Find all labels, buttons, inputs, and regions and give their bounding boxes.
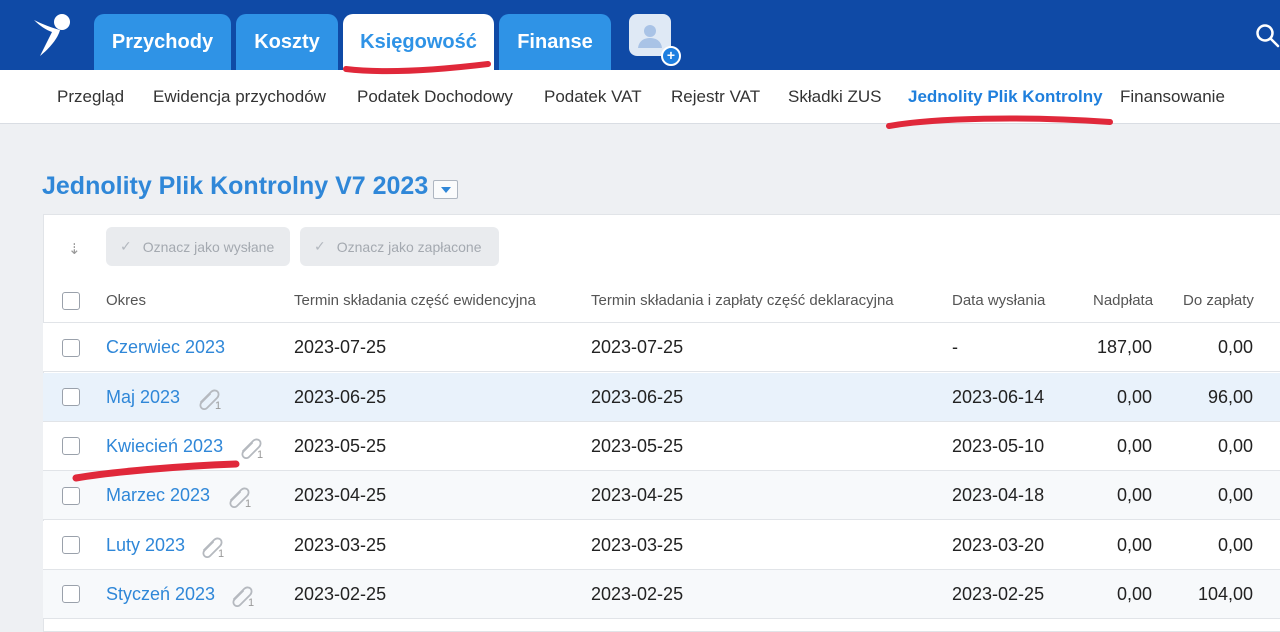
annotation-underline-kwiecien: [72, 460, 240, 482]
row-checkbox[interactable]: [62, 536, 80, 554]
sent-date-cell: 2023-02-25: [952, 584, 1045, 604]
mark-paid-label: Oznacz jako zapłacone: [336, 238, 482, 255]
tab-koszty[interactable]: Koszty: [236, 14, 338, 70]
period-link[interactable]: Kwiecień 2023: [106, 436, 223, 457]
deadline-declaration-cell: 2023-03-25: [591, 535, 684, 555]
plus-icon[interactable]: +: [661, 46, 681, 66]
deadline-records-cell: 2023-05-25: [294, 436, 387, 456]
deadline-declaration-cell: 2023-07-25: [591, 337, 684, 357]
subnav-item-finansowanie[interactable]: Finansowanie: [1120, 70, 1225, 124]
overpayment-cell: 0,00: [1116, 387, 1152, 407]
sort-icon[interactable]: ⇣: [68, 240, 81, 258]
deadline-declaration-cell: 2023-05-25: [591, 436, 684, 456]
tab-przychody[interactable]: Przychody: [94, 14, 231, 70]
column-header-deadline-declaration[interactable]: Termin składania i zapłaty część deklara…: [591, 292, 894, 309]
subnav-item-skladki-zus[interactable]: Składki ZUS: [788, 70, 882, 124]
deadline-records-cell: 2023-06-25: [294, 387, 387, 407]
row-checkbox[interactable]: [62, 585, 80, 603]
period-link[interactable]: Maj 2023: [106, 387, 180, 408]
sent-date-cell: -: [952, 337, 958, 357]
select-all-checkbox[interactable]: [62, 292, 80, 310]
annotation-underline-jpk: [886, 115, 1113, 129]
period-link[interactable]: Luty 2023: [106, 535, 185, 556]
period-link[interactable]: Marzec 2023: [106, 485, 210, 506]
column-header-to-pay[interactable]: Do zapłaty: [1183, 292, 1254, 309]
row-checkbox[interactable]: [62, 339, 80, 357]
to-pay-cell: 0,00: [1217, 337, 1253, 357]
deadline-records-cell: 2023-04-25: [294, 485, 387, 505]
subnav-item-przeglad[interactable]: Przegląd: [57, 70, 124, 124]
tab-label: Koszty: [254, 30, 320, 53]
attachment-count: 1: [245, 498, 252, 510]
sent-date-cell: 2023-06-14: [952, 387, 1045, 407]
sent-date-cell: 2023-04-18: [952, 485, 1045, 505]
tab-label: Finanse: [517, 30, 593, 53]
subnav-item-podatek-vat[interactable]: Podatek VAT: [544, 70, 642, 124]
subnav-item-rejestr-vat[interactable]: Rejestr VAT: [671, 70, 760, 124]
to-pay-cell: 0,00: [1217, 436, 1253, 456]
to-pay-cell: 96,00: [1207, 387, 1253, 407]
overpayment-cell: 0,00: [1116, 485, 1152, 505]
tab-label: Przychody: [111, 30, 214, 53]
logo-icon[interactable]: [30, 12, 74, 58]
row-checkbox[interactable]: [62, 487, 80, 505]
search-icon[interactable]: [1254, 22, 1280, 48]
deadline-records-cell: 2023-02-25: [294, 584, 387, 604]
deadline-records-cell: 2023-07-25: [294, 337, 387, 357]
attachment-count: 1: [215, 400, 222, 412]
mark-sent-button[interactable]: ✓ Oznacz jako wysłane: [106, 227, 290, 266]
tab-finanse[interactable]: Finanse: [499, 14, 611, 70]
top-navigation-bar: Przychody Koszty Księgowość Finanse +: [0, 0, 1280, 70]
sent-date-cell: 2023-05-10: [952, 436, 1045, 456]
to-pay-cell: 0,00: [1217, 485, 1253, 505]
check-icon: ✓: [314, 238, 326, 254]
row-checkbox[interactable]: [62, 388, 80, 406]
overpayment-cell: 187,00: [1096, 337, 1152, 357]
sent-date-cell: 2023-03-20: [952, 535, 1045, 555]
annotation-underline-ksiegowosc: [343, 61, 491, 75]
period-link[interactable]: Czerwiec 2023: [106, 337, 225, 358]
attachment-count: 1: [218, 548, 225, 560]
to-pay-cell: 0,00: [1217, 535, 1253, 555]
deadline-declaration-cell: 2023-02-25: [591, 584, 684, 604]
column-header-sent-date[interactable]: Data wysłania: [952, 292, 1045, 309]
overpayment-cell: 0,00: [1116, 584, 1152, 604]
subnav-item-podatek-dochodowy[interactable]: Podatek Dochodowy: [357, 70, 513, 124]
deadline-declaration-cell: 2023-06-25: [591, 387, 684, 407]
page-title: Jednolity Plik Kontrolny V7 2023: [42, 172, 429, 200]
tab-label: Księgowość: [360, 30, 477, 53]
row-checkbox[interactable]: [62, 437, 80, 455]
deadline-records-cell: 2023-03-25: [294, 535, 387, 555]
mark-sent-label: Oznacz jako wysłane: [142, 238, 275, 255]
subnav-item-ewidencja[interactable]: Ewidencja przychodów: [153, 70, 326, 124]
column-header-period[interactable]: Okres: [106, 292, 146, 309]
column-header-deadline-records[interactable]: Termin składania część ewidencyjna: [294, 292, 536, 309]
overpayment-cell: 0,00: [1116, 436, 1152, 456]
attachment-count: 1: [257, 449, 264, 461]
column-header-overpayment[interactable]: Nadpłata: [1093, 292, 1153, 309]
period-link[interactable]: Styczeń 2023: [106, 584, 215, 605]
overpayment-cell: 0,00: [1116, 535, 1152, 555]
mark-paid-button[interactable]: ✓ Oznacz jako zapłacone: [300, 227, 499, 266]
to-pay-cell: 104,00: [1197, 584, 1253, 604]
year-dropdown-button[interactable]: [433, 180, 458, 199]
deadline-declaration-cell: 2023-04-25: [591, 485, 684, 505]
check-icon: ✓: [120, 238, 132, 254]
attachment-count: 1: [248, 597, 255, 609]
